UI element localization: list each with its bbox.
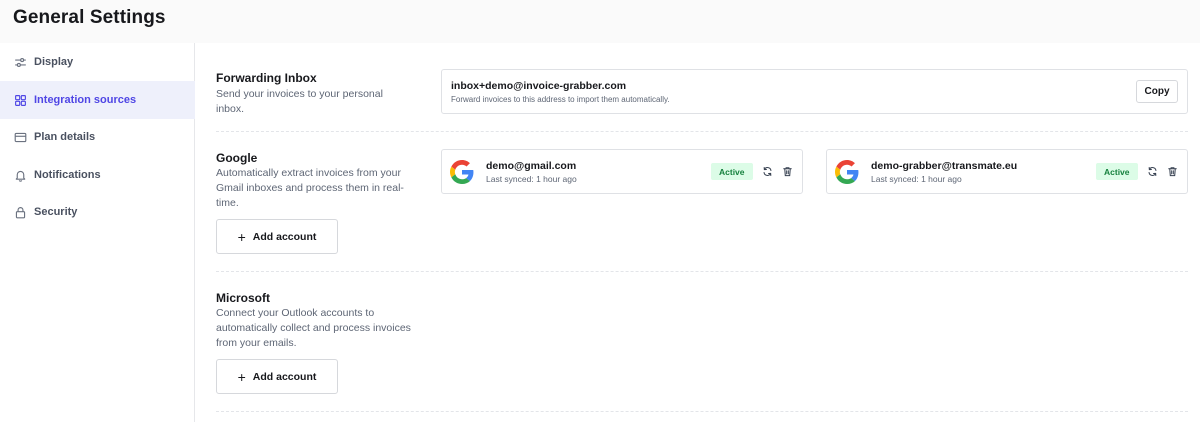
google-account-card: demo-grabber@transmate.eu Last synced: 1… <box>826 149 1188 194</box>
status-badge: Active <box>711 163 753 180</box>
section-divider <box>216 131 1188 132</box>
page-title: General Settings <box>13 7 166 28</box>
account-email: demo@gmail.com <box>486 160 577 172</box>
plus-icon: + <box>237 228 246 245</box>
forwarding-card: inbox+demo@invoice-grabber.com Forward i… <box>441 69 1188 114</box>
top-bar: General Settings <box>0 0 1200 43</box>
forwarding-title: Forwarding Inbox <box>216 71 317 85</box>
account-last-synced: Last synced: 1 hour ago <box>871 174 962 184</box>
forwarding-hint: Forward invoices to this address to impo… <box>451 95 670 104</box>
copy-button[interactable]: Copy <box>1136 80 1178 103</box>
sidebar: Display Integration sources Plan details… <box>0 43 195 422</box>
trash-icon[interactable] <box>1166 165 1178 177</box>
bell-icon <box>14 169 27 182</box>
google-title: Google <box>216 151 258 165</box>
microsoft-add-account-button[interactable]: + Add account <box>216 359 338 394</box>
main-content: Forwarding Inbox Send your invoices to y… <box>196 43 1200 422</box>
plus-icon: + <box>237 368 246 385</box>
forwarding-email: inbox+demo@invoice-grabber.com <box>451 80 627 92</box>
sidebar-item-notifications[interactable]: Notifications <box>0 156 195 194</box>
google-account-card: demo@gmail.com Last synced: 1 hour ago A… <box>441 149 803 194</box>
account-last-synced: Last synced: 1 hour ago <box>486 174 577 184</box>
sidebar-item-label: Security <box>34 206 78 218</box>
sidebar-item-label: Notifications <box>34 169 101 181</box>
lock-icon <box>14 206 27 219</box>
section-divider <box>216 411 1188 412</box>
google-logo-icon <box>450 160 474 184</box>
refresh-icon[interactable] <box>1146 165 1158 177</box>
add-account-label: Add account <box>252 230 317 243</box>
trash-icon[interactable] <box>781 165 793 177</box>
sidebar-item-label: Plan details <box>34 131 96 143</box>
sidebar-item-label: Display <box>34 56 74 68</box>
section-divider <box>216 271 1188 272</box>
refresh-icon[interactable] <box>761 165 773 177</box>
sidebar-item-integration-sources[interactable]: Integration sources <box>0 81 195 119</box>
microsoft-title: Microsoft <box>216 291 270 305</box>
microsoft-description: Connect your Outlook accounts to automat… <box>216 307 411 349</box>
sidebar-item-display[interactable]: Display <box>0 43 195 81</box>
sidebar-item-security[interactable]: Security <box>0 193 195 231</box>
google-description: Automatically extract invoices from your… <box>216 167 404 209</box>
grid-icon <box>14 94 27 107</box>
credit-card-icon <box>14 131 27 144</box>
google-logo-icon <box>835 160 859 184</box>
status-badge: Active <box>1096 163 1138 180</box>
add-account-label: Add account <box>252 370 317 383</box>
forwarding-description: Send your invoices to your personal inbo… <box>216 88 383 115</box>
google-add-account-button[interactable]: + Add account <box>216 219 338 254</box>
account-email: demo-grabber@transmate.eu <box>871 160 1018 172</box>
sliders-icon <box>14 56 27 69</box>
sidebar-item-plan-details[interactable]: Plan details <box>0 118 195 156</box>
sidebar-item-label: Integration sources <box>34 94 137 106</box>
